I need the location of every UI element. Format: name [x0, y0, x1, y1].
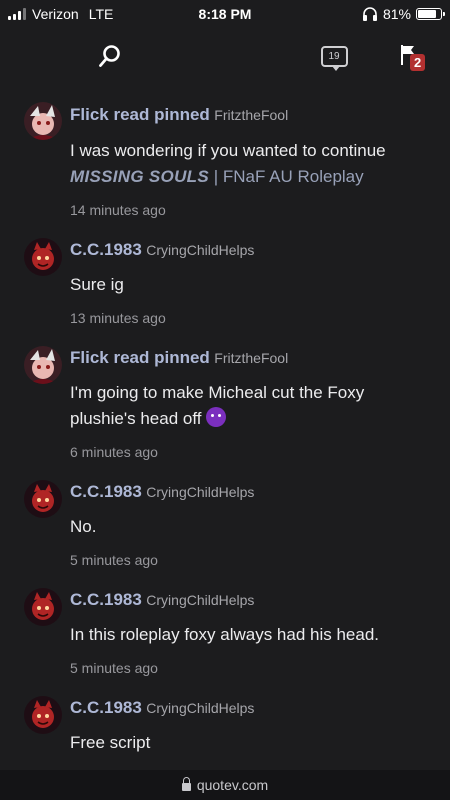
- message-text: Free script: [70, 733, 151, 752]
- message-header: C.C.1983 CryingChildHelps: [70, 698, 254, 718]
- flag-badge: 2: [410, 54, 426, 71]
- feed-item[interactable]: C.C.1983 CryingChildHelps Free script: [0, 690, 450, 770]
- message-header: C.C.1983 CryingChildHelps: [70, 482, 254, 502]
- url-bar[interactable]: quotev.com: [0, 770, 450, 800]
- lock-icon: [181, 777, 191, 791]
- story-title-suffix[interactable]: | FNaF AU Roleplay: [214, 167, 364, 186]
- feed-item[interactable]: C.C.1983 CryingChildHelps In this rolepl…: [0, 582, 450, 690]
- username[interactable]: C.C.1983: [70, 590, 142, 609]
- headphones-icon: [362, 7, 377, 21]
- message-text: In this roleplay foxy always had his hea…: [70, 625, 380, 644]
- timestamp: 13 minutes ago: [70, 310, 166, 326]
- feed-item[interactable]: C.C.1983 CryingChildHelps Sure ig 13 min…: [0, 232, 450, 340]
- menu-icon[interactable]: [26, 45, 48, 63]
- battery-percent: 81%: [382, 6, 411, 22]
- signal-icon: [8, 8, 26, 20]
- timestamp: 6 minutes ago: [70, 444, 158, 460]
- user-handle[interactable]: FritztheFool: [214, 350, 288, 366]
- timestamp: 14 minutes ago: [70, 202, 166, 218]
- username[interactable]: C.C.1983: [70, 240, 142, 259]
- username[interactable]: Flick read pinned: [70, 348, 210, 367]
- message-text: No.: [70, 517, 97, 536]
- status-left: Verizon LTE: [8, 6, 113, 22]
- avatar[interactable]: [24, 346, 62, 384]
- flag-icon[interactable]: 2: [400, 44, 430, 72]
- notification-count: 19: [320, 45, 348, 71]
- feed-item[interactable]: Flick read pinned FritztheFool I'm going…: [0, 340, 450, 474]
- story-title-link[interactable]: MISSING SOULS: [70, 167, 209, 186]
- avatar[interactable]: [24, 588, 62, 626]
- user-handle[interactable]: CryingChildHelps: [146, 242, 254, 258]
- message-text-prefix: I was wondering if you wanted to continu…: [70, 141, 386, 160]
- carrier-name: Verizon: [32, 6, 79, 22]
- avatar[interactable]: [24, 238, 62, 276]
- timestamp: 5 minutes ago: [70, 552, 158, 568]
- battery-icon: [416, 8, 445, 20]
- battery-level: [418, 10, 436, 18]
- feed-item[interactable]: Flick read pinned FritztheFool I was won…: [0, 92, 450, 232]
- username[interactable]: C.C.1983: [70, 698, 142, 717]
- user-handle[interactable]: CryingChildHelps: [146, 592, 254, 608]
- message-text: Sure ig: [70, 275, 124, 294]
- username[interactable]: C.C.1983: [70, 482, 142, 501]
- notification-icon[interactable]: 19: [320, 43, 348, 71]
- search-icon[interactable]: [98, 44, 122, 68]
- avatar[interactable]: [24, 480, 62, 518]
- feed-item[interactable]: C.C.1983 CryingChildHelps No. 5 minutes …: [0, 474, 450, 582]
- message-header: Flick read pinned FritztheFool: [70, 348, 288, 368]
- username[interactable]: Flick read pinned: [70, 105, 210, 124]
- url-domain[interactable]: quotev.com: [197, 777, 268, 793]
- status-bar: Verizon LTE 8:18 PM 81%: [0, 0, 450, 28]
- avatar[interactable]: [24, 696, 62, 734]
- network-type: LTE: [88, 6, 114, 22]
- avatar[interactable]: [24, 102, 62, 140]
- message-text: I was wondering if you wanted to continu…: [70, 138, 428, 190]
- message-text: I'm going to make Micheal cut the Foxy p…: [70, 380, 428, 432]
- message-header: C.C.1983 CryingChildHelps: [70, 590, 254, 610]
- user-handle[interactable]: CryingChildHelps: [146, 484, 254, 500]
- smiling-imp-emoji: [206, 407, 227, 427]
- message-header: C.C.1983 CryingChildHelps: [70, 240, 254, 260]
- user-handle[interactable]: CryingChildHelps: [146, 700, 254, 716]
- timestamp: 5 minutes ago: [70, 660, 158, 676]
- status-right: 81%: [362, 6, 445, 22]
- nav-bar: 19 2: [0, 32, 450, 82]
- message-header: Flick read pinned FritztheFool: [70, 105, 288, 125]
- user-handle[interactable]: FritztheFool: [214, 107, 288, 123]
